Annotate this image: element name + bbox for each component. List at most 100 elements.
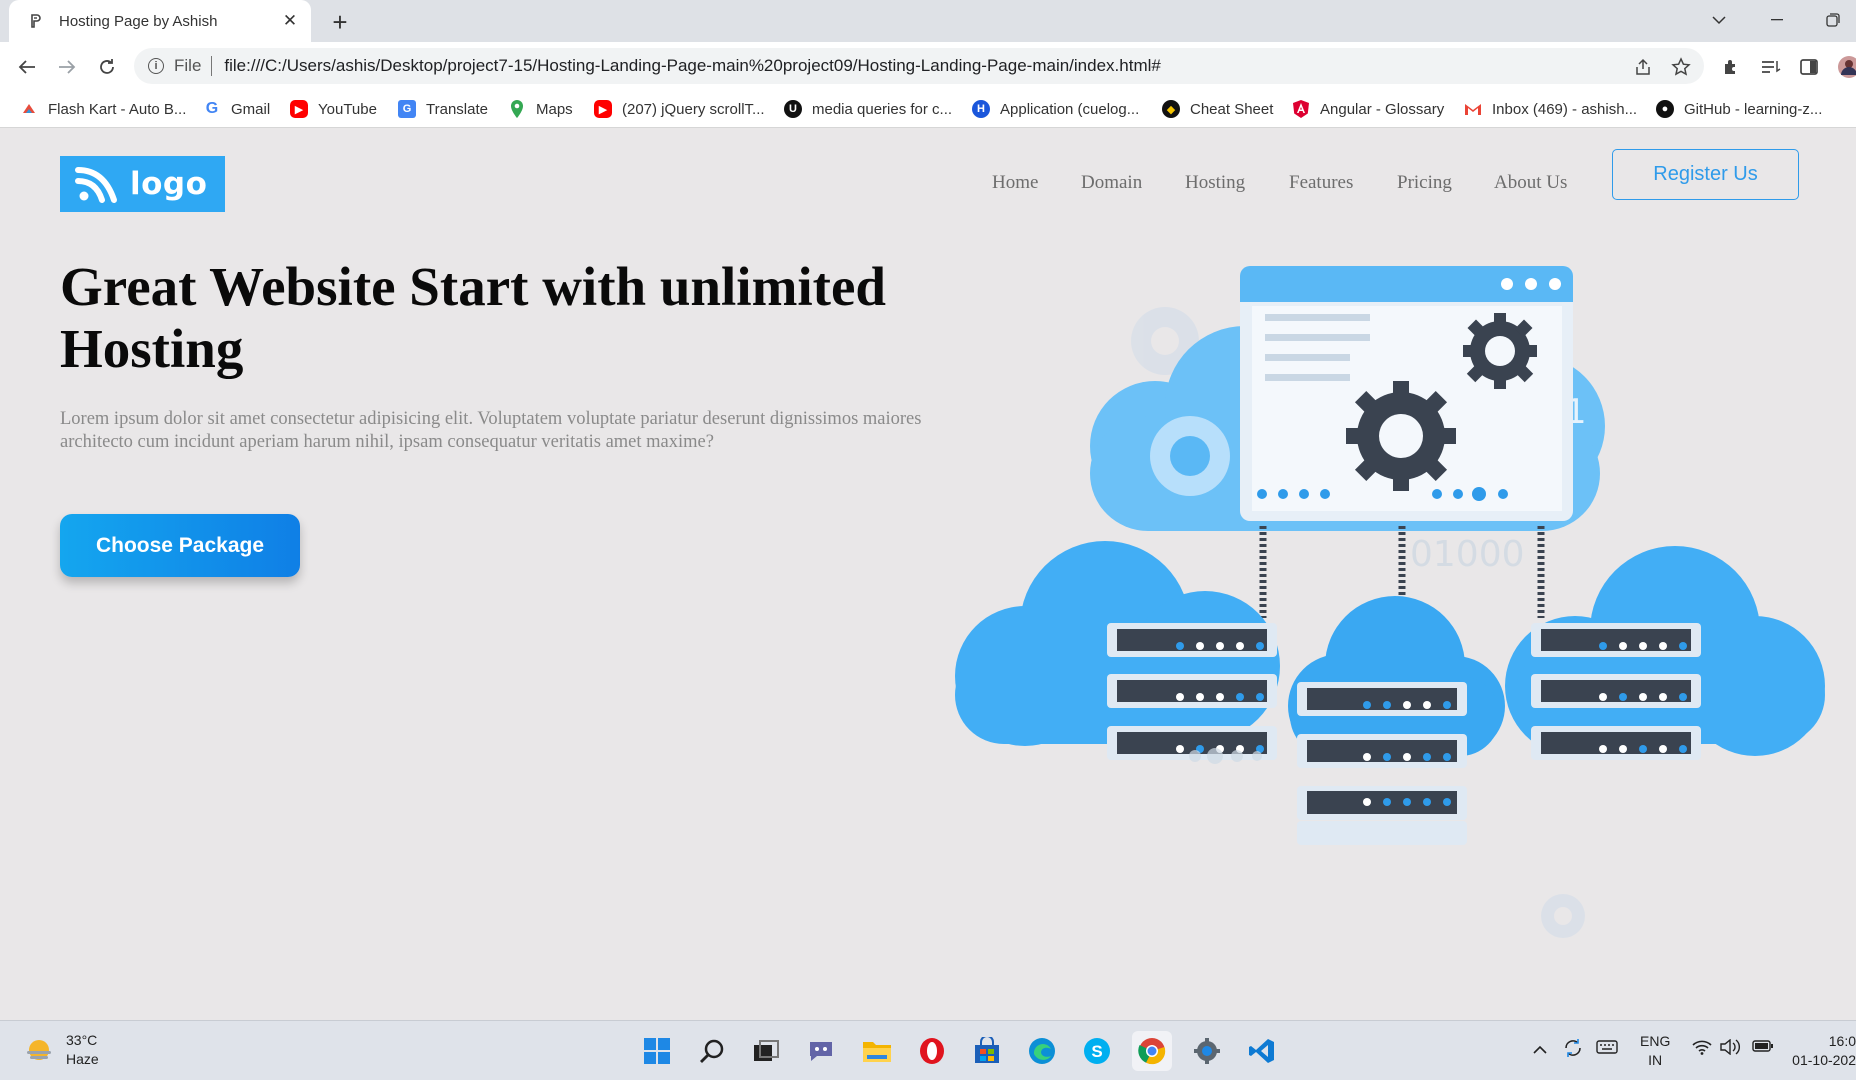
bookmark-label: Gmail [231,100,271,118]
region-code: IN [1648,1052,1663,1068]
github-icon: ● [1656,100,1674,118]
bookmark-label: (207) jQuery scrollT... [622,100,765,118]
nav-link-domain[interactable]: Domain [1081,163,1142,203]
maps-icon [508,100,526,118]
clock-time: 16:0 [1828,1033,1856,1049]
nav-link-pricing[interactable]: Pricing [1397,163,1452,203]
show-hidden-icons-icon[interactable] [1532,1041,1548,1057]
bookmark-item[interactable]: G Gmail [203,98,270,120]
reload-button[interactable] [92,52,122,82]
bookmark-item[interactable]: ▶ (207) jQuery scrollT... [594,98,765,120]
side-panel-icon[interactable] [1796,54,1822,80]
nav-link-hosting[interactable]: Hosting [1185,163,1245,203]
chrome-icon[interactable] [1132,1031,1172,1071]
restore-window-button[interactable] [1818,6,1848,34]
reading-list-icon[interactable] [1758,54,1784,80]
minimize-window-button[interactable] [1762,6,1792,34]
teams-chat-icon[interactable] [801,1031,841,1071]
center-cloud [1288,596,1505,758]
tab-title: Hosting Page by Ashish [59,12,218,30]
bookmark-label: media queries for c... [812,100,953,118]
browser-tab[interactable]: Hosting Page by Ashish ✕ [9,0,311,42]
wifi-icon[interactable] [1692,1039,1712,1058]
task-view-icon[interactable] [746,1031,786,1071]
language-code: ENG [1640,1033,1671,1049]
bookmarks-bar: Flash Kart - Auto B... G Gmail ▶ YouTube… [0,90,1856,128]
profile-avatar[interactable] [1836,54,1856,80]
youtube-icon: ▶ [290,100,308,118]
bookmark-label: Translate [426,100,488,118]
omnibox-divider [211,56,213,76]
windows-taskbar: 33°C Haze S ENG IN 16:0 01-10-202 [0,1020,1856,1080]
keyboard-icon[interactable] [1596,1039,1618,1058]
binary-faint-text: 01000 [1410,534,1525,575]
edge-icon[interactable] [1022,1031,1062,1071]
hero-description: Lorem ipsum dolor sit amet consectetur a… [60,409,922,452]
share-icon[interactable] [1630,54,1656,80]
nav-link-features[interactable]: Features [1289,163,1353,203]
bookmark-item[interactable]: Inbox (469) - ashish... [1464,98,1637,120]
vscode-icon[interactable] [1242,1031,1282,1071]
new-tab-button[interactable]: + [326,7,354,37]
logo-text: logo [130,166,208,202]
scheme-label: File [174,56,202,75]
extensions-icon[interactable] [1718,54,1744,80]
bookmark-item[interactable]: H Application (cuelog... [972,98,1139,120]
weather-widget[interactable]: 33°C Haze [24,1031,99,1069]
opera-icon[interactable] [912,1031,952,1071]
gear-icon [1346,381,1456,491]
bookmark-label: Inbox (469) - ashish... [1492,100,1638,118]
sync-icon[interactable] [1562,1037,1584,1062]
bookmark-item[interactable]: Maps [508,98,573,120]
bookmark-label: Angular - Glossary [1320,100,1445,118]
bookmark-item[interactable]: ● GitHub - learning-z... [1656,98,1822,120]
bookmark-label: YouTube [318,100,377,118]
server-rack-right [1531,623,1701,760]
close-tab-icon[interactable]: ✕ [279,10,301,32]
skype-icon[interactable]: S [1077,1031,1117,1071]
store-icon[interactable] [967,1031,1007,1071]
bookmark-item[interactable]: Flash Kart - Auto B... [20,98,186,120]
translate-icon: G [398,100,416,118]
browser-window [1240,266,1573,521]
site-logo[interactable]: logo [60,156,225,212]
bookmark-item[interactable]: Angular - Glossary [1292,98,1444,120]
volume-icon[interactable] [1720,1038,1742,1058]
server-rack-center [1297,682,1467,845]
address-bar[interactable]: i File file:///C:/Users/ashis/Desktop/pr… [134,48,1704,84]
bookmark-star-icon[interactable] [1668,54,1694,80]
tab-search-icon[interactable] [1704,6,1734,34]
bookmark-label: Maps [536,100,573,118]
battery-icon[interactable] [1752,1039,1774,1056]
browser-toolbar: i File file:///C:/Users/ashis/Desktop/pr… [0,42,1856,90]
google-icon: G [205,100,219,117]
bookmark-item[interactable]: ▶ YouTube [290,98,377,120]
settings-icon[interactable] [1187,1031,1227,1071]
temperature-text: 33°C [66,1032,98,1048]
back-button[interactable] [12,52,42,82]
bookmark-item[interactable]: G Translate [398,98,488,120]
bookmark-item[interactable]: ◆ Cheat Sheet [1162,98,1273,120]
search-icon[interactable] [692,1031,732,1071]
windows-start-icon[interactable] [637,1031,677,1071]
hero-title: Great Website Start with unlimited Hosti… [60,256,886,379]
nav-link-home[interactable]: Home [992,163,1038,203]
choose-package-button[interactable]: Choose Package [60,514,300,577]
bookmark-label: Cheat Sheet [1190,100,1274,118]
register-button[interactable]: Register Us [1612,149,1799,200]
svg-text:S: S [1091,1042,1102,1061]
system-clock[interactable]: 16:0 01-10-202 [1790,1032,1856,1070]
url-text[interactable]: file:///C:/Users/ashis/Desktop/project7-… [224,56,1160,76]
tab-strip: Hosting Page by Ashish ✕ + [0,0,1856,42]
file-explorer-icon[interactable] [857,1031,897,1071]
forward-button[interactable] [52,52,82,82]
gear-icon [1150,416,1230,496]
bookmark-item[interactable]: U media queries for c... [784,98,952,120]
weather-condition-text: Haze [66,1051,99,1067]
language-indicator[interactable]: ENG IN [1640,1032,1670,1070]
site-info-icon[interactable]: i [148,58,164,74]
bookmark-label: GitHub - learning-z... [1684,100,1823,118]
youtube-icon: ▶ [594,100,612,118]
nav-link-about-us[interactable]: About Us [1494,163,1567,203]
server-rack-left [1107,623,1277,760]
